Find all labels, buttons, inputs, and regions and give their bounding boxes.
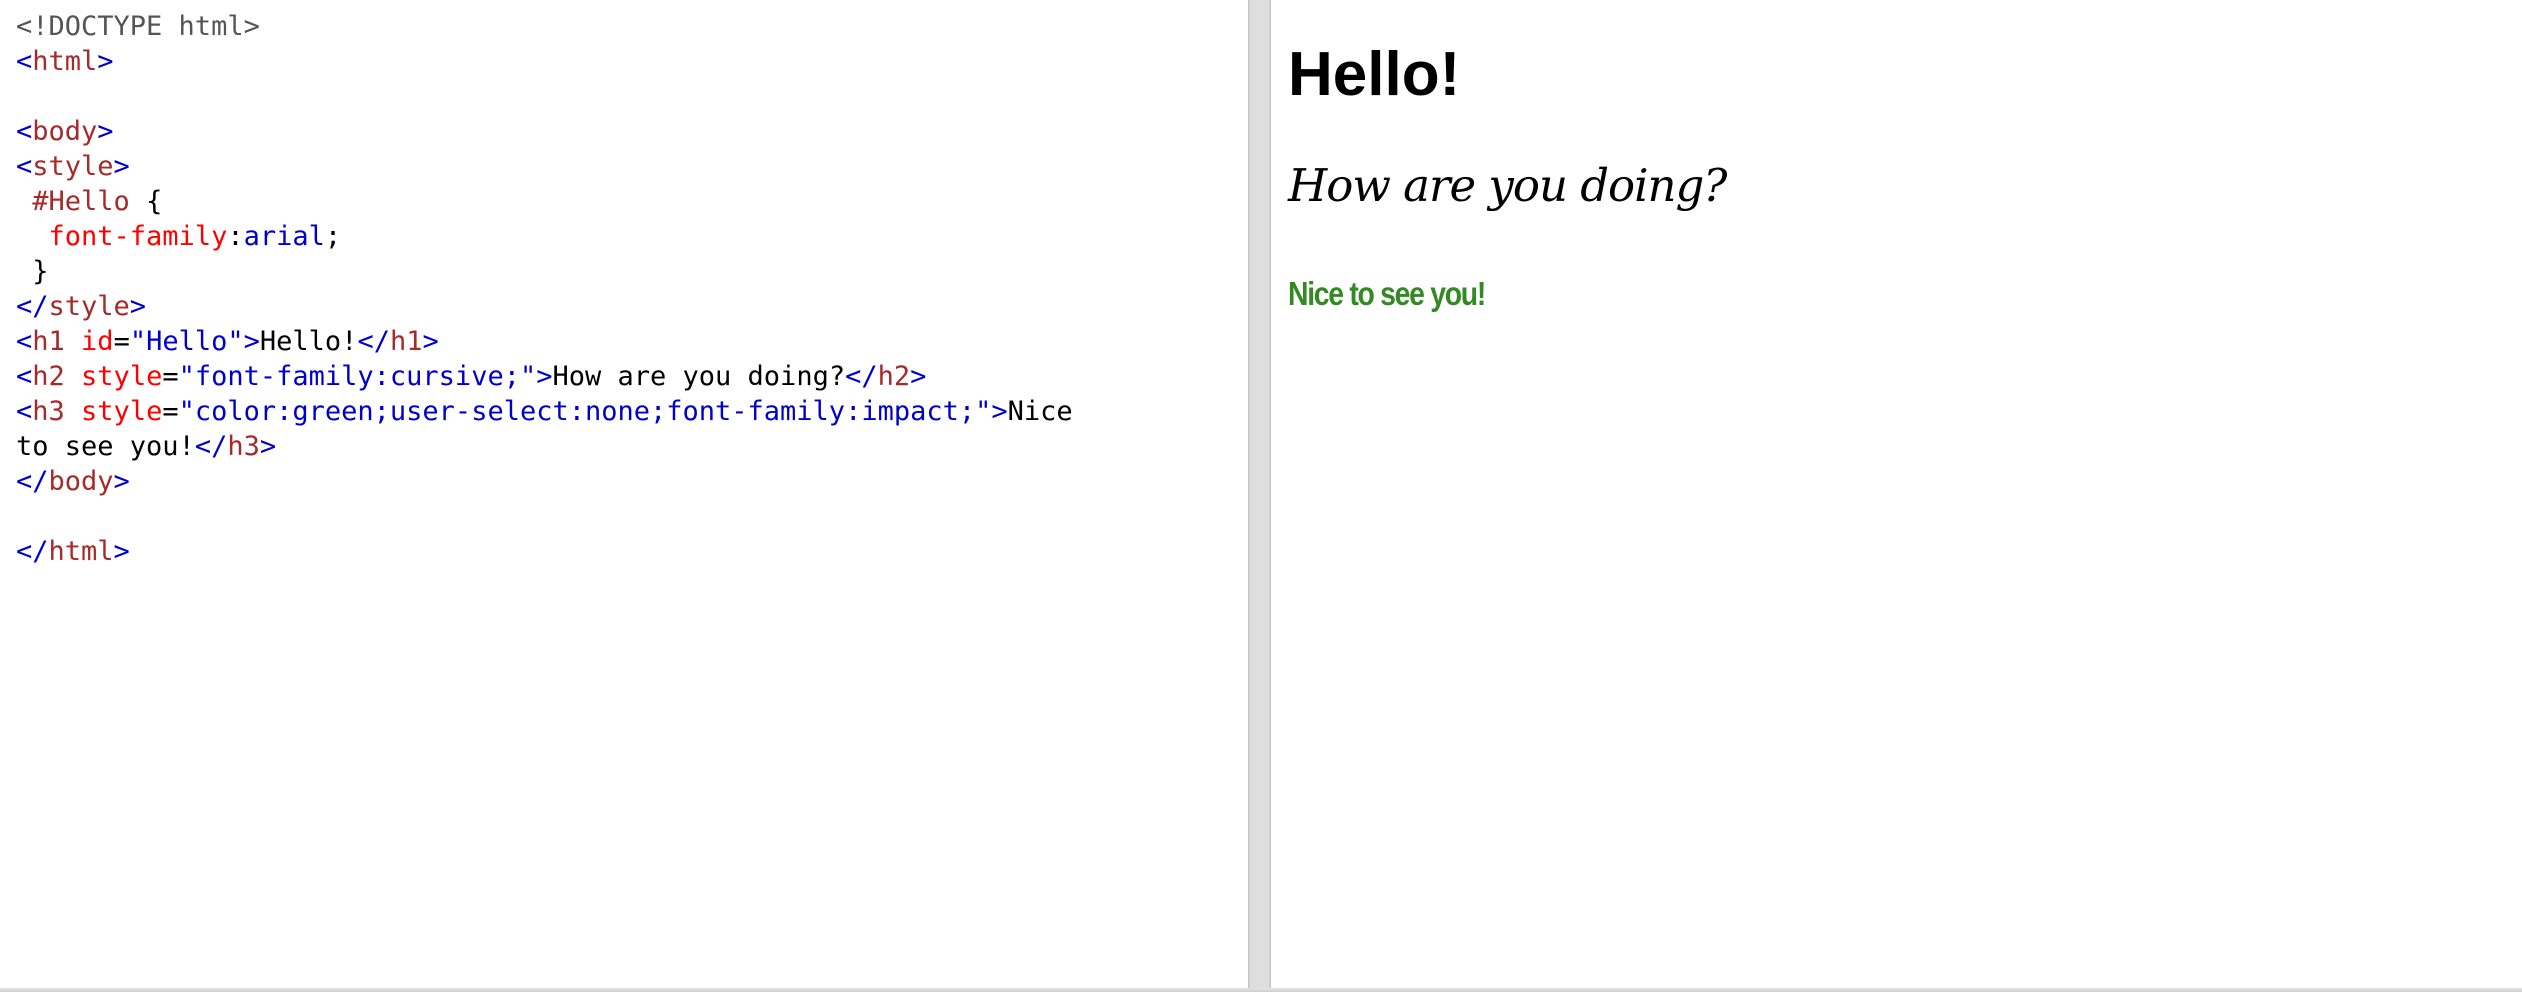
code-token-bracket: <	[16, 116, 33, 147]
code-line: <h3 style="color:green;user-select:none;…	[16, 394, 1073, 429]
code-token-attr: style	[81, 361, 163, 392]
code-token-tag: h3	[227, 431, 260, 462]
code-token-tag: h2	[877, 361, 911, 392]
code-editor-pane[interactable]: <!DOCTYPE html> <html> <body> <style> #Hell…	[0, 0, 1249, 988]
code-line: #Hello {	[16, 184, 1073, 219]
code-token-propval: arial	[243, 221, 325, 252]
result-preview-pane: Hello! How are you doing? Nice to see yo…	[1270, 0, 2522, 988]
code-token-bracket: >	[113, 536, 130, 567]
code-token-bracket: <	[16, 326, 33, 357]
code-token-tag: style	[32, 151, 114, 182]
code-token-bracket: <	[16, 151, 33, 182]
code-token-tag: h2	[32, 361, 65, 392]
code-token-tag: body	[32, 116, 98, 147]
code-token-plain: =	[162, 361, 179, 392]
code-line: <body>	[16, 114, 1073, 149]
code-token-bracket: >	[113, 151, 130, 182]
code-token-bracket: >	[910, 361, 927, 392]
code-token-tag: body	[48, 466, 114, 497]
tryit-editor-app: <!DOCTYPE html> <html> <body> <style> #Hell…	[0, 0, 2522, 992]
code-token-val: "color:green;user-select:none;font-famil…	[178, 396, 992, 427]
code-token-bracket: </	[845, 361, 878, 392]
bottom-edge	[0, 988, 2522, 992]
result-heading-hello: Hello!	[1288, 40, 1461, 109]
code-line: </style>	[16, 289, 1073, 324]
result-heading-how-are-you: How are you doing?	[1288, 159, 1727, 212]
code-token-bracket: </	[16, 466, 49, 497]
code-token-bracket: </	[194, 431, 228, 462]
code-line: }	[16, 254, 1073, 289]
code-token-bracket: >	[259, 431, 277, 462]
code-token-bracket: <	[16, 361, 33, 392]
code-line: <style>	[16, 149, 1073, 184]
code-token-bracket: >	[97, 46, 114, 77]
code-token-tag: h1	[389, 326, 423, 357]
code-token-bracket: >	[422, 326, 439, 357]
code-token-tag: h3	[32, 396, 65, 427]
code-line: <!DOCTYPE html>	[16, 9, 1073, 44]
code-line: <h1 id="Hello">Hello!</h1>	[16, 324, 1073, 359]
code-token-tag: html	[48, 536, 114, 567]
code-line: font-family:arial;	[16, 219, 1073, 254]
code-line: </html>	[16, 534, 1073, 569]
code-token-bracket: </	[16, 291, 49, 322]
code-token-text: Hello!	[259, 326, 358, 357]
code-token-plain: ;	[324, 221, 342, 252]
code-token-val: "font-family:cursive;"	[178, 361, 537, 392]
code-token-text: to see you!	[16, 431, 195, 462]
code-token-doctype: <!DOCTYPE html>	[16, 11, 260, 42]
code-token-tag: h1	[32, 326, 65, 357]
code-token-text: Nice	[1007, 396, 1073, 427]
code-token-prop: font-family	[48, 221, 228, 252]
code-token-bracket: <	[16, 46, 33, 77]
code-token-plain: :	[227, 221, 244, 252]
result-heading-nice-to-see-you: Nice to see you!	[1288, 275, 1486, 312]
code-line: <html>	[16, 44, 1073, 79]
code-token-bracket: >	[97, 116, 114, 147]
pane-resize-handle[interactable]	[1249, 0, 1270, 988]
code-token-bracket: >	[536, 361, 553, 392]
code-token-bracket: </	[357, 326, 390, 357]
code-token-text: How are you doing?	[552, 361, 846, 392]
code-editor-text[interactable]: <!DOCTYPE html> <html> <body> <style> #Hell…	[16, 9, 1073, 569]
code-line: to see you!</h3>	[16, 429, 1073, 464]
code-token-sel: #Hello	[32, 186, 130, 217]
code-token-tag: style	[48, 291, 130, 322]
code-token-bracket: >	[991, 396, 1008, 427]
code-token-bracket: >	[113, 466, 130, 497]
code-token-attr: style	[81, 396, 163, 427]
code-token-bracket: <	[16, 396, 33, 427]
code-token-bracket: >	[129, 291, 147, 322]
code-token-bracket: >	[243, 326, 260, 357]
code-token-plain: {	[129, 186, 163, 217]
code-token-plain: =	[113, 326, 130, 357]
code-token-plain: }	[16, 256, 49, 287]
code-token-bracket: </	[16, 536, 49, 567]
code-line: <h2 style="font-family:cursive;">How are…	[16, 359, 1073, 394]
code-line: </body>	[16, 464, 1073, 499]
code-token-val: "Hello"	[129, 326, 244, 357]
code-token-plain: =	[162, 396, 179, 427]
code-token-tag: html	[32, 46, 98, 77]
code-token-attr: id	[81, 326, 114, 357]
